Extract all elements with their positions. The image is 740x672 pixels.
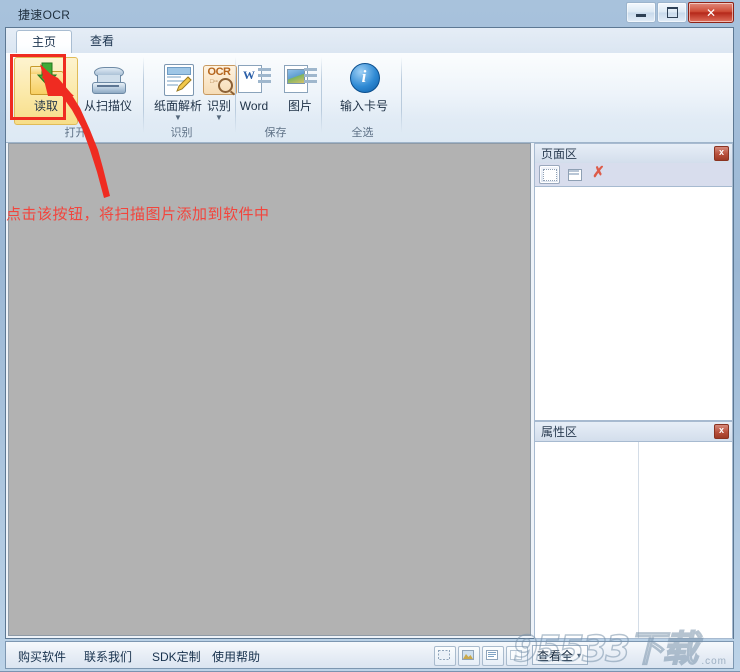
ribbon-button-from-scanner-label: 从扫描仪 <box>83 99 132 113</box>
title-bar: 捷速OCR ✕ <box>4 2 736 26</box>
maximize-icon <box>666 7 678 18</box>
zoom-level-select[interactable]: 查看全 ▾ <box>532 645 588 665</box>
close-button[interactable]: ✕ <box>688 2 734 23</box>
annotation-text: 点击该按钮，将扫描图片添加到软件中 <box>6 206 270 223</box>
status-link-sdk[interactable]: SDK定制 <box>152 648 201 665</box>
ribbon-group-select-all: i 输入卡号 全选 <box>324 53 402 142</box>
properties-column-divider <box>638 442 639 638</box>
minimize-button[interactable] <box>626 2 656 23</box>
page-view-button[interactable] <box>506 646 528 666</box>
annotation-highlight-box <box>10 54 66 120</box>
text-view-button[interactable] <box>482 646 504 666</box>
ribbon-separator <box>143 57 144 133</box>
status-link-buy[interactable]: 购买软件 <box>18 648 66 665</box>
view-mode-buttons <box>434 646 528 666</box>
pages-panel-close-icon[interactable]: x <box>714 146 729 161</box>
pages-panel: 页面区 x ✗ <box>534 143 733 421</box>
ribbon-group-open-label: 打开 <box>64 127 87 139</box>
pages-panel-body[interactable] <box>534 186 733 421</box>
chevron-down-icon: ▾ <box>577 650 582 660</box>
select-region-button[interactable] <box>434 646 456 666</box>
ribbon-group-recognize: 纸面解析 ▼ OCR □▫▫ 识别 ▼ 识别 <box>146 53 237 142</box>
client-area: 主页 查看 读取 从扫描仪 打开 纸面解析 ▼ OCR □▫▫ 识别 ▼ 识别 … <box>5 27 734 639</box>
image-view-button[interactable] <box>458 646 480 666</box>
pages-panel-header: 页面区 x <box>534 143 733 163</box>
status-link-contact[interactable]: 联系我们 <box>84 648 132 665</box>
word-document-icon: W <box>236 61 272 97</box>
ribbon: 读取 从扫描仪 打开 纸面解析 ▼ OCR □▫▫ 识别 ▼ 识别 W Word… <box>6 53 733 143</box>
properties-panel-title: 属性区 <box>541 425 578 439</box>
pages-panel-toolbar: ✗ <box>534 163 733 186</box>
ribbon-button-word-label: Word <box>239 99 269 113</box>
chevron-down-icon[interactable]: ▼ <box>174 114 182 122</box>
ribbon-button-input-card-number-label: 输入卡号 <box>339 99 388 113</box>
ribbon-separator <box>321 57 322 133</box>
status-bar: 购买软件 联系我们 SDK定制 使用帮助 查看全 ▾ 95533下载 .com <box>5 628 734 671</box>
ribbon-group-recognize-label: 识别 <box>170 127 193 139</box>
ribbon-group-save: W Word 图片 保存 <box>230 53 322 142</box>
ribbon-separator <box>401 57 402 133</box>
tab-home[interactable]: 主页 <box>16 30 72 55</box>
delete-page-icon[interactable]: ✗ <box>589 165 608 184</box>
window-controls: ✕ <box>625 2 734 23</box>
info-circle-icon: i <box>346 61 382 97</box>
application-window: 捷速OCR ✕ 主页 查看 读取 从扫描仪 打开 纸面解析 ▼ OCR □▫▫ … <box>0 0 740 671</box>
chevron-down-icon[interactable]: ▼ <box>215 114 223 122</box>
zoom-level-value: 查看全 <box>537 648 574 663</box>
ribbon-group-select-all-label: 全选 <box>351 127 374 139</box>
properties-panel-body[interactable] <box>534 441 733 639</box>
maximize-button[interactable] <box>657 2 687 23</box>
ribbon-button-input-card-number[interactable]: i 输入卡号 <box>328 57 400 125</box>
list-view-icon[interactable] <box>564 165 585 184</box>
status-link-help[interactable]: 使用帮助 <box>212 648 260 665</box>
scanner-icon <box>90 61 126 97</box>
ribbon-button-word[interactable]: W Word <box>230 57 278 125</box>
ribbon-button-from-scanner[interactable]: 从扫描仪 <box>76 57 140 125</box>
ribbon-button-recognize-label: 识别 <box>206 99 231 113</box>
ribbon-button-image[interactable]: 图片 <box>276 57 324 125</box>
tab-view[interactable]: 查看 <box>76 30 128 53</box>
window-title: 捷速OCR <box>18 8 71 22</box>
pages-panel-title: 页面区 <box>541 147 578 161</box>
ribbon-group-save-label: 保存 <box>264 127 287 139</box>
properties-panel-close-icon[interactable]: x <box>714 424 729 439</box>
image-file-icon <box>282 61 318 97</box>
ribbon-button-image-label: 图片 <box>287 99 312 113</box>
ribbon-tab-strip: 主页 查看 <box>6 28 733 55</box>
page-analysis-icon <box>160 61 196 97</box>
properties-panel-header: 属性区 x <box>534 421 733 441</box>
properties-panel: 属性区 x <box>534 421 733 639</box>
minimize-icon <box>636 14 646 17</box>
watermark-subtext: .com <box>701 656 727 667</box>
thumbnail-view-icon[interactable] <box>539 165 560 184</box>
